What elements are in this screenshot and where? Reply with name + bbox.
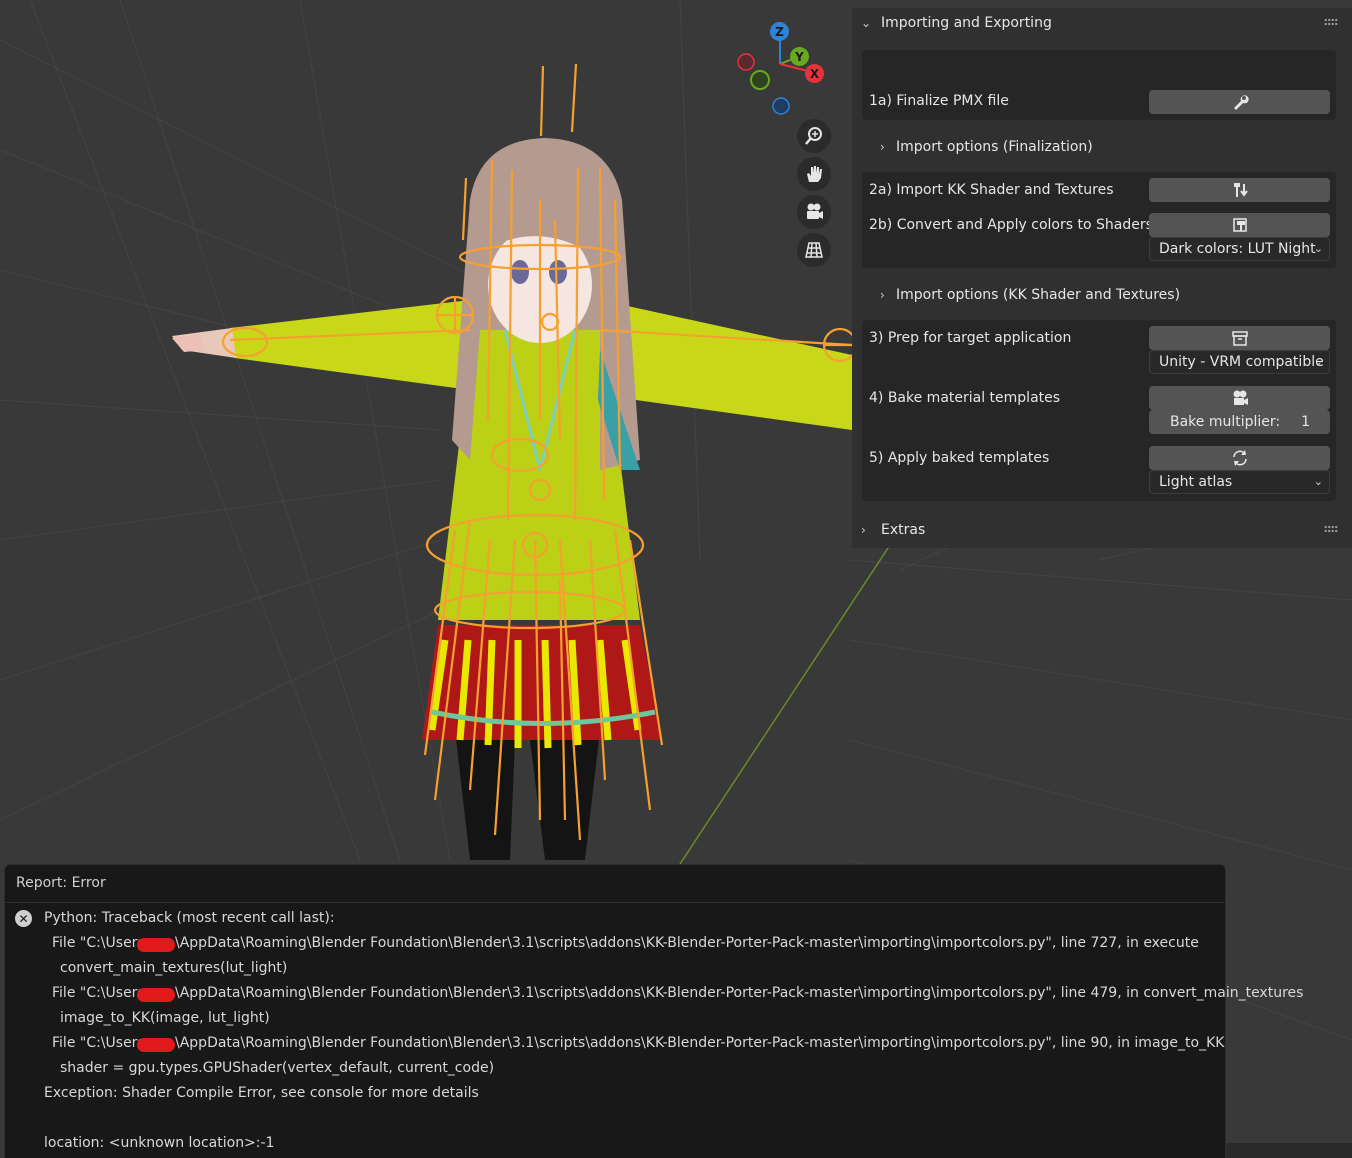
import-options-kk-shader[interactable]: › Import options (KK Shader and Textures… [862, 279, 1336, 311]
finalize-label: 1a) Finalize PMX file [869, 93, 1009, 109]
chevron-down-icon: ⌄ [1313, 355, 1323, 368]
sidebar-panel: ⌄ Importing and Exporting 1a) Finalize P… [852, 0, 1352, 548]
gizmo-y-label: Y [795, 49, 804, 64]
dark-colors-dropdown[interactable]: Dark colors: LUT Night ⌄ [1149, 237, 1330, 261]
traceback-code-line: convert_main_textures(lut_light) [60, 960, 288, 976]
report-title: Report: Error [16, 875, 106, 891]
import-options-finalization[interactable]: › Import options (Finalization) [862, 131, 1336, 163]
extras-header[interactable]: › Extras [852, 515, 1352, 545]
paint-bucket-icon [1232, 218, 1247, 232]
prep-target-button[interactable] [1149, 326, 1330, 350]
brush-import-icon [1233, 183, 1248, 197]
chevron-down-icon: ⌄ [861, 16, 872, 30]
wrench-icon [1233, 95, 1249, 110]
chevron-right-icon: › [880, 140, 885, 154]
redaction-mark [137, 938, 175, 952]
apply-baked-button[interactable] [1149, 446, 1330, 470]
error-location: location: <unknown location>:-1 [44, 1135, 275, 1151]
convert-colors-button[interactable] [1149, 213, 1330, 237]
export-box: 3) Prep for target application Unity - V… [862, 320, 1336, 501]
traceback-file-path: \AppData\Roaming\Blender Foundation\Blen… [175, 935, 1199, 951]
convert-colors-label: 2b) Convert and Apply colors to Shaders [869, 217, 1153, 233]
grid-ortho-icon [805, 242, 823, 258]
section-title: Extras [881, 522, 926, 538]
camera-view-icon [807, 203, 823, 219]
chevron-down-icon: ⌄ [1313, 475, 1323, 488]
chevron-right-icon: › [861, 523, 866, 537]
subsection-title: Import options (KK Shader and Textures) [896, 287, 1181, 303]
gizmo-z-axis[interactable]: Z [770, 22, 789, 41]
bake-templates-button[interactable] [1149, 386, 1330, 410]
bake-multiplier-label: Bake multiplier: [1170, 414, 1281, 430]
section-title: Importing and Exporting [881, 15, 1052, 31]
bake-multiplier-value: 1 [1301, 414, 1310, 430]
zoom-icon [805, 127, 822, 145]
import-kk-shader-button[interactable] [1149, 178, 1330, 202]
status-bar-edge [1226, 1143, 1352, 1158]
redaction-mark [137, 988, 175, 1002]
refresh-icon [1232, 450, 1247, 466]
atlas-type-dropdown[interactable]: Light atlas ⌄ [1149, 470, 1330, 494]
apply-baked-label: 5) Apply baked templates [869, 450, 1050, 466]
traceback-file-prefix: File "C:\Users [52, 935, 145, 951]
target-application-value: Unity - VRM compatible [1159, 354, 1324, 370]
gizmo-x-axis[interactable]: X [805, 64, 824, 83]
traceback-file-path: \AppData\Roaming\Blender Foundation\Blen… [175, 1035, 1225, 1051]
traceback-header: Python: Traceback (most recent call last… [44, 910, 335, 926]
traceback-file-path: \AppData\Roaming\Blender Foundation\Blen… [175, 985, 1304, 1001]
archive-icon [1231, 331, 1248, 346]
redaction-mark [137, 1038, 175, 1052]
importing-exporting-header[interactable]: ⌄ Importing and Exporting [852, 8, 1352, 38]
bake-templates-label: 4) Bake material templates [869, 390, 1061, 406]
camera-view-button[interactable] [797, 195, 831, 229]
bake-multiplier-field[interactable]: Bake multiplier: 1 [1149, 410, 1330, 434]
zoom-button[interactable] [797, 119, 831, 153]
finalize-box: 1a) Finalize PMX file [862, 50, 1336, 120]
traceback-file-prefix: File "C:\Users [52, 1035, 145, 1051]
import-kk-shader-label: 2a) Import KK Shader and Textures [869, 182, 1114, 198]
finalize-pmx-button[interactable] [1149, 90, 1330, 114]
ortho-toggle-button[interactable] [797, 233, 831, 267]
error-report-popup: Report: Error ✕ Python: Traceback (most … [4, 864, 1303, 1158]
drag-grip-icon[interactable] [1324, 525, 1338, 533]
dark-colors-value: Dark colors: LUT Night [1159, 241, 1316, 257]
chevron-right-icon: › [880, 288, 885, 302]
hand-pan-icon [807, 166, 822, 182]
prep-target-label: 3) Prep for target application [869, 330, 1072, 346]
traceback-code-line: shader = gpu.types.GPUShader(vertex_defa… [60, 1060, 495, 1076]
gizmo-x-label: X [809, 66, 820, 81]
pan-button[interactable] [797, 157, 831, 191]
report-divider [5, 902, 1225, 903]
shader-box: 2a) Import KK Shader and Textures 2b) Co… [862, 172, 1336, 268]
y-axis-line [679, 544, 891, 865]
target-application-dropdown[interactable]: Unity - VRM compatible ⌄ [1149, 350, 1330, 374]
atlas-type-value: Light atlas [1159, 474, 1233, 490]
camera-icon [1233, 390, 1248, 405]
error-icon: ✕ [15, 910, 32, 927]
drag-grip-icon[interactable] [1324, 18, 1338, 26]
gizmo-y-axis[interactable]: Y [790, 47, 809, 66]
subsection-title: Import options (Finalization) [896, 139, 1093, 155]
traceback-file-prefix: File "C:\Users [52, 985, 145, 1001]
chevron-down-icon: ⌄ [1313, 242, 1323, 255]
gizmo-z-label: Z [775, 24, 784, 39]
traceback-code-line: image_to_KK(image, lut_light) [60, 1010, 270, 1026]
exception-message: Exception: Shader Compile Error, see con… [44, 1085, 479, 1101]
